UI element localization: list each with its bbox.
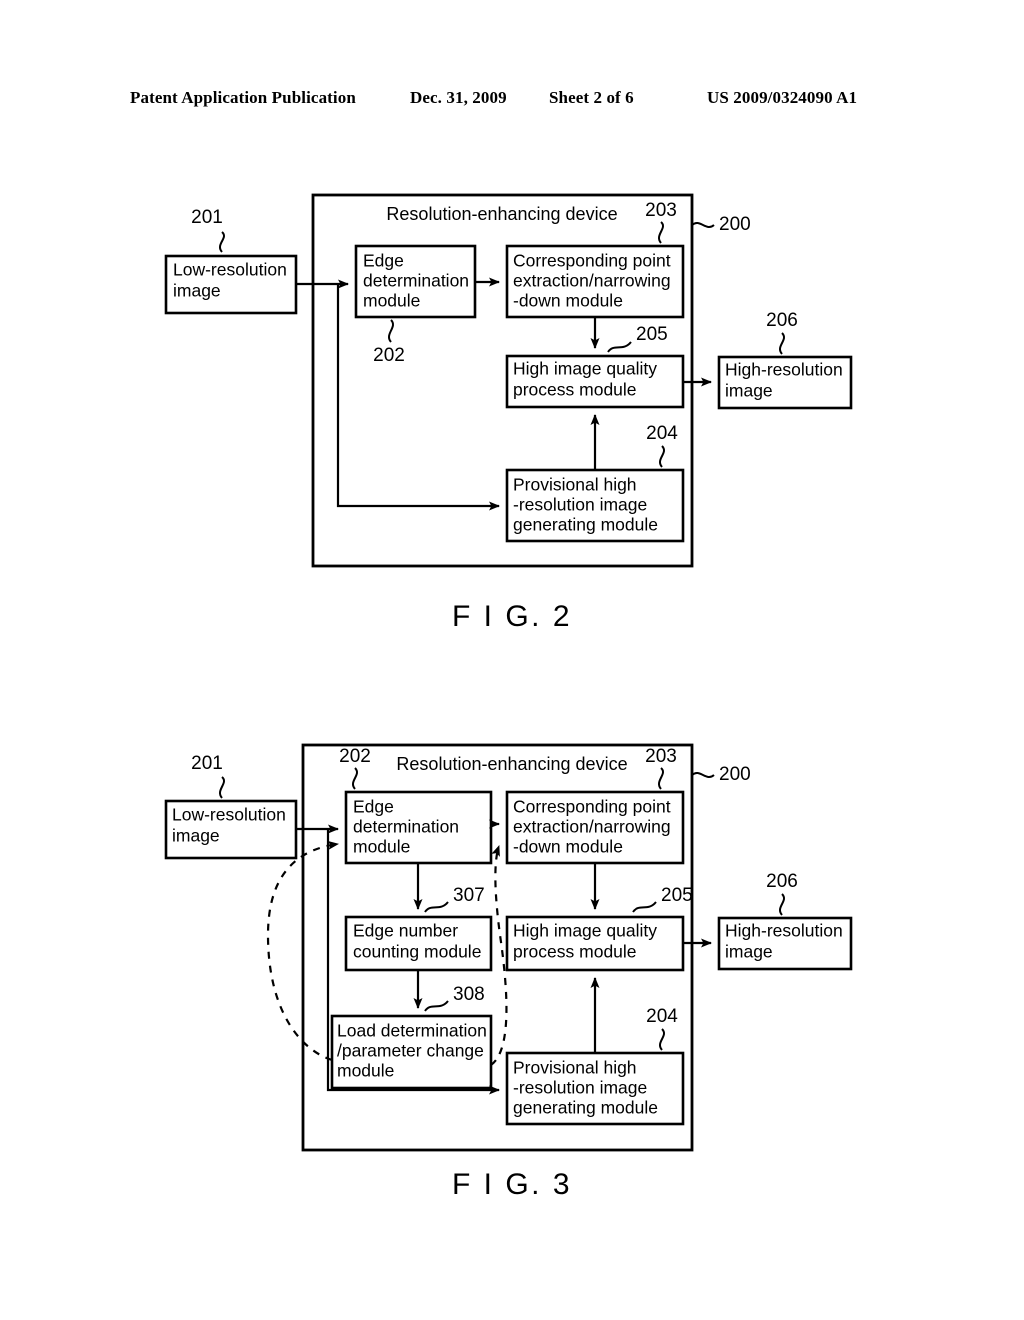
fig2-ref-202: 202 bbox=[373, 345, 405, 366]
fig3-lead-204 bbox=[659, 1028, 665, 1051]
fig2-lead-206 bbox=[779, 332, 785, 355]
fig3-ref-204: 204 bbox=[646, 1006, 678, 1027]
fig2-block-high-res-line-0: High-resolution bbox=[725, 360, 843, 380]
fig3-ref-202: 202 bbox=[339, 746, 371, 767]
figure-2: Resolution-enhancing device 201 200 Low-… bbox=[0, 170, 1024, 650]
fig3-block-provisional-line-2: generating module bbox=[513, 1098, 658, 1118]
fig3-block-high-res-line-0: High-resolution bbox=[725, 921, 843, 941]
fig3-block-low-res-line-0: Low-resolution bbox=[172, 805, 286, 825]
fig2-ref-204: 204 bbox=[646, 423, 678, 444]
fig2-lead-203 bbox=[658, 221, 664, 244]
fig2-block-provisional-line-1: -resolution image bbox=[513, 495, 647, 515]
fig3-block-corresponding-point-line-1: extraction/narrowing bbox=[513, 817, 671, 837]
fig3-conn-load-to-corresponding-feedback bbox=[490, 845, 508, 1066]
fig3-lead-307 bbox=[424, 901, 449, 913]
fig2-lead-205 bbox=[607, 341, 632, 353]
fig3-block-high-quality-line-0: High image quality bbox=[513, 921, 657, 941]
header-sheet: Sheet 2 of 6 bbox=[549, 88, 634, 107]
fig3-block-edge-determination-line-0: Edge bbox=[353, 797, 394, 817]
fig2-block-provisional-line-2: generating module bbox=[513, 515, 658, 535]
figure-3-caption: F I G. 3 bbox=[451, 1168, 573, 1201]
fig2-block-provisional-line-0: Provisional high bbox=[513, 475, 637, 495]
fig2-block-edge-determination-line-0: Edge bbox=[363, 251, 404, 271]
fig2-ref-device-200: 200 bbox=[719, 214, 751, 235]
fig2-block-corresponding-point-line-0: Corresponding point bbox=[513, 251, 671, 271]
fig2-block-corresponding-point-line-1: extraction/narrowing bbox=[513, 271, 671, 291]
fig2-lead-204 bbox=[659, 445, 665, 468]
fig2-block-low-res-line-1: image bbox=[173, 281, 221, 301]
fig2-block-corresponding-point-line-2: -down module bbox=[513, 291, 623, 311]
fig3-lead-203 bbox=[658, 767, 664, 790]
fig3-block-load-determination-line-2: module bbox=[337, 1061, 394, 1081]
fig3-block-edge-determination-line-2: module bbox=[353, 837, 410, 857]
fig3-block-edge-number-line-0: Edge number bbox=[353, 921, 458, 941]
fig3-block-corresponding-point-line-0: Corresponding point bbox=[513, 797, 671, 817]
fig3-block-provisional-line-0: Provisional high bbox=[513, 1058, 637, 1078]
fig3-lead-205 bbox=[632, 901, 657, 913]
header-patent-number: US 2009/0324090 A1 bbox=[707, 88, 858, 107]
fig2-ref-201: 201 bbox=[191, 207, 223, 228]
fig2-ref-206: 206 bbox=[766, 310, 798, 331]
fig3-lead-200 bbox=[691, 772, 715, 778]
header-date: Dec. 31, 2009 bbox=[410, 88, 507, 107]
fig2-ref-205: 205 bbox=[636, 324, 668, 345]
fig3-block-load-determination-line-0: Load determination bbox=[337, 1021, 487, 1041]
fig3-lead-201 bbox=[219, 776, 225, 799]
fig2-block-edge-determination-line-1: determination bbox=[363, 271, 469, 291]
figure-2-caption: F I G. 2 bbox=[451, 600, 573, 633]
fig3-block-high-res-line-1: image bbox=[725, 942, 773, 962]
fig2-block-low-res-line-0: Low-resolution bbox=[173, 260, 287, 280]
fig3-ref-206: 206 bbox=[766, 871, 798, 892]
fig2-lead-201 bbox=[219, 231, 225, 253]
fig2-ref-203: 203 bbox=[645, 200, 677, 221]
fig3-block-edge-determination-line-1: determination bbox=[353, 817, 459, 837]
fig3-ref-205: 205 bbox=[661, 885, 693, 906]
fig3-device-title: Resolution-enhancing device bbox=[396, 754, 627, 774]
fig3-block-provisional-line-1: -resolution image bbox=[513, 1078, 647, 1098]
figure-3: Resolution-enhancing device 200 Low-reso… bbox=[0, 720, 1024, 1220]
patent-header: Patent Application Publication Dec. 31, … bbox=[0, 88, 1024, 114]
fig3-block-low-res-line-1: image bbox=[172, 826, 220, 846]
fig2-device-title: Resolution-enhancing device bbox=[386, 204, 617, 224]
fig3-ref-203: 203 bbox=[645, 746, 677, 767]
fig2-block-high-quality-line-0: High image quality bbox=[513, 359, 657, 379]
fig3-lead-202 bbox=[352, 767, 358, 790]
fig3-ref-308: 308 bbox=[453, 984, 485, 1005]
fig3-block-load-determination-line-1: /parameter change bbox=[337, 1041, 484, 1061]
fig2-block-high-res-line-1: image bbox=[725, 381, 773, 401]
fig3-ref-device-200: 200 bbox=[719, 764, 751, 785]
fig3-ref-201: 201 bbox=[191, 753, 223, 774]
fig3-lead-308 bbox=[424, 1000, 449, 1012]
header-publication: Patent Application Publication bbox=[130, 88, 356, 107]
fig3-block-edge-number-line-1: counting module bbox=[353, 942, 481, 962]
fig2-block-high-quality-line-1: process module bbox=[513, 380, 637, 400]
fig2-block-edge-determination-line-2: module bbox=[363, 291, 420, 311]
fig2-lead-202 bbox=[388, 319, 394, 343]
fig3-block-high-quality-line-1: process module bbox=[513, 942, 637, 962]
fig3-ref-307: 307 bbox=[453, 885, 485, 906]
fig2-lead-200 bbox=[691, 222, 715, 228]
fig3-block-corresponding-point-line-2: -down module bbox=[513, 837, 623, 857]
fig3-lead-206 bbox=[779, 893, 785, 916]
